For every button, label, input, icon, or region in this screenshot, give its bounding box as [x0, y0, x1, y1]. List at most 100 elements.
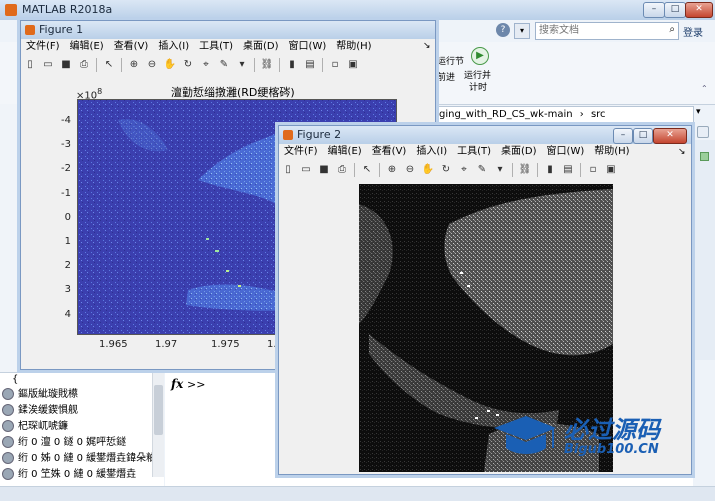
figure-2-minimize-button[interactable]: –	[613, 128, 633, 144]
hide-tools-icon[interactable]: ▫	[328, 58, 342, 72]
address-bar[interactable]: ging_with_RD_CS_wk-main › src	[430, 106, 694, 123]
help-icon[interactable]: ?	[496, 23, 510, 37]
history-item-text: 绗 0 姊 0 縺 0 緩鐢熸垚鍏朵粬	[18, 453, 157, 464]
brush-dropdown-icon[interactable]: ▾	[493, 163, 507, 177]
rotate-icon[interactable]: ↻	[181, 58, 195, 72]
menu-item[interactable]: 桌面(D)	[496, 144, 542, 160]
x-tick-label: 1.965	[99, 339, 128, 350]
toolbar-divider	[121, 58, 122, 72]
legend-icon[interactable]: ▤	[561, 163, 575, 177]
doc-search-box[interactable]: ⌕	[535, 22, 679, 40]
history-item[interactable]: 绗 0 笁姝 0 縺 0 緩鐢熸垚	[0, 467, 164, 483]
menu-item[interactable]: 窗口(W)	[284, 39, 332, 55]
colorbar-icon[interactable]: ▮	[543, 163, 557, 177]
history-item-text: 鍒涘缓鍥惧舰	[18, 405, 78, 416]
edit-plot-icon[interactable]: ↖	[360, 163, 374, 177]
run-and-time-icon[interactable]: ▶	[471, 47, 489, 65]
menu-item[interactable]: 工具(T)	[452, 144, 496, 160]
hide-tools-icon[interactable]: ▫	[586, 163, 600, 177]
rotate-icon[interactable]: ↻	[439, 163, 453, 177]
target-mark	[206, 238, 209, 240]
save-icon[interactable]: ■	[59, 58, 73, 72]
menu-item[interactable]: 文件(F)	[21, 39, 65, 55]
history-item[interactable]: 鍒涘缓鍥惧舰	[0, 403, 164, 419]
history-scrollbar-thumb[interactable]	[154, 385, 163, 435]
figure-2-icon	[283, 130, 293, 140]
address-path-2[interactable]: src	[591, 109, 606, 120]
menu-item[interactable]: 插入(I)	[411, 144, 452, 160]
history-scrollbar[interactable]	[152, 373, 164, 477]
figure-1-titlebar[interactable]: Figure 1	[21, 21, 435, 39]
open-file-icon[interactable]: ▭	[299, 163, 313, 177]
watermark-sub-text: Bigub100.CN	[564, 442, 659, 457]
matlab-titlebar: MATLAB R2018a – □ ✕	[0, 0, 715, 20]
new-figure-icon[interactable]: ▯	[281, 163, 295, 177]
menu-item[interactable]: 编辑(E)	[65, 39, 109, 55]
menu-item[interactable]: 查看(V)	[367, 144, 412, 160]
history-item[interactable]: 杞琛屼唬鐮	[0, 419, 164, 435]
pan-icon[interactable]: ✋	[421, 163, 435, 177]
figure-2-maximize-button[interactable]: □	[633, 128, 653, 144]
colorbar-icon[interactable]: ▮	[285, 58, 299, 72]
history-item[interactable]: 鏂版紪璇戝櫒	[0, 387, 164, 403]
target-mark	[487, 410, 490, 412]
fx-icon[interactable]: fx	[171, 377, 183, 391]
new-figure-icon[interactable]: ▯	[23, 58, 37, 72]
run-advance-label[interactable]: 前进	[437, 70, 455, 83]
address-path-1[interactable]: ging_with_RD_CS_wk-main	[439, 109, 573, 120]
x-tick-label: 1.97	[155, 339, 178, 350]
target-mark	[467, 285, 470, 287]
maximize-button[interactable]: □	[664, 2, 686, 18]
history-entry-icon	[2, 468, 14, 480]
menu-item[interactable]: 帮助(H)	[589, 144, 634, 160]
menu-item[interactable]: 工具(T)	[194, 39, 238, 55]
run-and-time-label-2[interactable]: 计时	[469, 80, 487, 93]
zoom-in-icon[interactable]: ⊕	[127, 58, 141, 72]
login-link[interactable]: 登录	[683, 24, 703, 39]
history-item[interactable]: 绗 0 姊 0 縺 0 緩鐢熸垚鍏朵粬	[0, 451, 164, 467]
link-plot-icon[interactable]: ⛓	[260, 58, 274, 72]
figure-1-dock-icon[interactable]: ↘	[423, 41, 431, 51]
link-plot-icon[interactable]: ⛓	[518, 163, 532, 177]
menu-item[interactable]: 桌面(D)	[238, 39, 284, 55]
zoom-out-icon[interactable]: ⊖	[403, 163, 417, 177]
zoom-in-icon[interactable]: ⊕	[385, 163, 399, 177]
menu-item[interactable]: 帮助(H)	[331, 39, 376, 55]
show-tools-icon[interactable]: ▣	[346, 58, 360, 72]
address-dropdown-icon[interactable]: ▾	[696, 107, 701, 117]
menu-item[interactable]: 文件(F)	[279, 144, 323, 160]
menu-item[interactable]: 编辑(E)	[323, 144, 367, 160]
figure-2-close-button[interactable]: ✕	[653, 128, 687, 144]
search-folder-icon[interactable]	[697, 126, 709, 138]
pan-icon[interactable]: ✋	[163, 58, 177, 72]
data-cursor-icon[interactable]: ⌖	[199, 58, 213, 72]
menu-item[interactable]: 窗口(W)	[542, 144, 590, 160]
open-file-icon[interactable]: ▭	[41, 58, 55, 72]
figure-2-dock-icon[interactable]: ↘	[678, 147, 686, 157]
dropdown-icon[interactable]: ▾	[514, 23, 530, 39]
doc-search-input[interactable]	[536, 23, 662, 37]
history-item[interactable]: 绗 0 澶 0 鐩 0 娓呯悊鐩	[0, 435, 164, 451]
zoom-out-icon[interactable]: ⊖	[145, 58, 159, 72]
legend-icon[interactable]: ▤	[303, 58, 317, 72]
toolbar-divider	[322, 58, 323, 72]
figure-2-titlebar[interactable]: Figure 2 – □ ✕	[279, 126, 691, 144]
brush-icon[interactable]: ✎	[475, 163, 489, 177]
print-icon[interactable]: ⎙	[335, 163, 349, 177]
data-cursor-icon[interactable]: ⌖	[457, 163, 471, 177]
minimize-button[interactable]: –	[643, 2, 665, 18]
run-section-label[interactable]: 运行节	[437, 54, 464, 67]
print-icon[interactable]: ⎙	[77, 58, 91, 72]
close-button[interactable]: ✕	[685, 2, 713, 18]
y-tick-label: 2	[64, 260, 71, 272]
menu-item[interactable]: 插入(I)	[153, 39, 194, 55]
show-tools-icon[interactable]: ▣	[604, 163, 618, 177]
save-icon[interactable]: ■	[317, 163, 331, 177]
edit-plot-icon[interactable]: ↖	[102, 58, 116, 72]
address-separator: ›	[579, 109, 584, 120]
menu-item[interactable]: 查看(V)	[109, 39, 154, 55]
brush-icon[interactable]: ✎	[217, 58, 231, 72]
search-icon[interactable]: ⌕	[669, 24, 675, 35]
ribbon-collapse-icon[interactable]: ⌃	[701, 84, 708, 93]
brush-dropdown-icon[interactable]: ▾	[235, 58, 249, 72]
